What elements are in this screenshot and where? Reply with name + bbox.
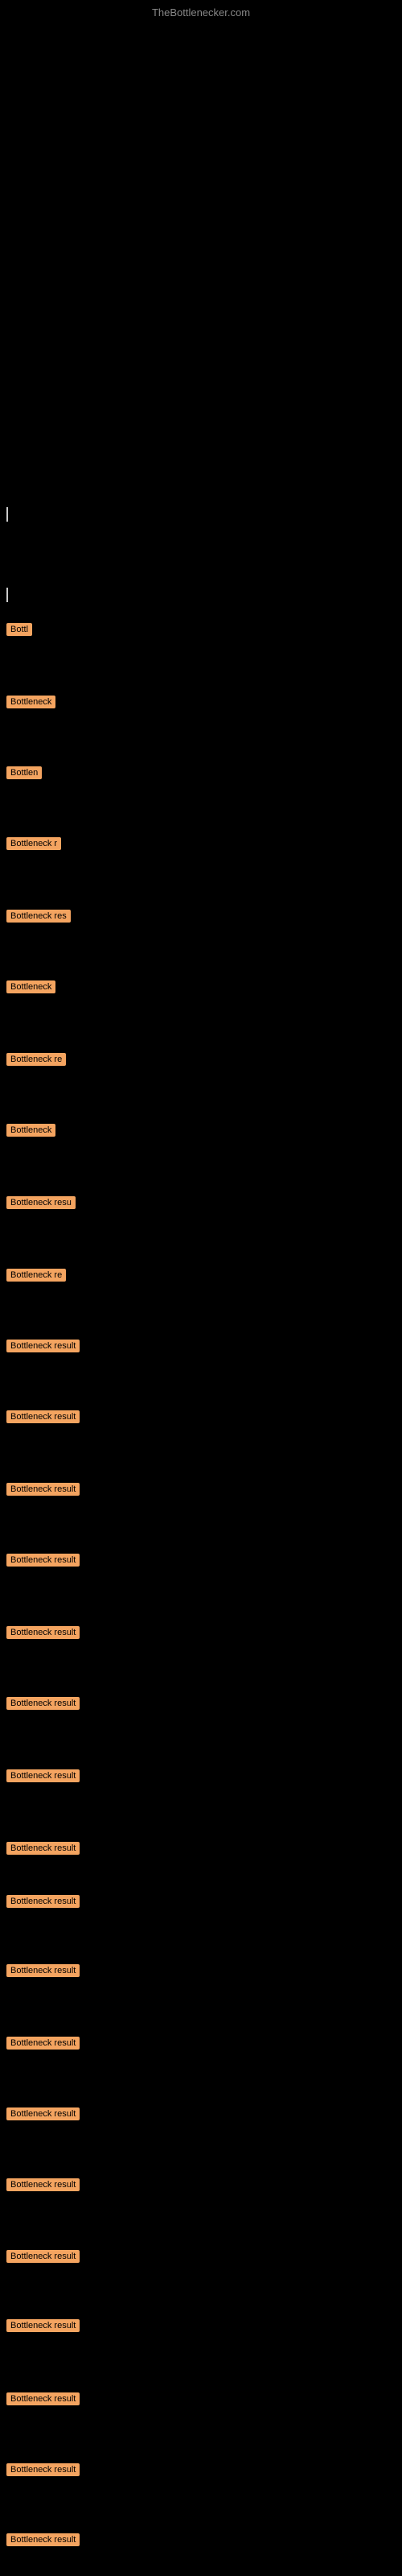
bottleneck-badge-1[interactable]: Bottleneck xyxy=(6,696,55,708)
bottleneck-badge-2[interactable]: Bottlen xyxy=(6,766,42,779)
bottleneck-badge-15[interactable]: Bottleneck result xyxy=(6,1697,80,1710)
bottleneck-badge-10[interactable]: Bottleneck result xyxy=(6,1340,80,1352)
bottleneck-badge-27[interactable]: Bottleneck result xyxy=(6,2533,80,2546)
bottleneck-badge-14[interactable]: Bottleneck result xyxy=(6,1626,80,1639)
site-title: TheBottlenecker.com xyxy=(152,6,250,19)
bottleneck-badge-9[interactable]: Bottleneck re xyxy=(6,1269,66,1282)
bottleneck-badge-4[interactable]: Bottleneck res xyxy=(6,910,71,923)
cursor-line-1 xyxy=(6,588,8,602)
bottleneck-badge-26[interactable]: Bottleneck result xyxy=(6,2463,80,2476)
bottleneck-badge-20[interactable]: Bottleneck result xyxy=(6,2037,80,2050)
bottleneck-badge-11[interactable]: Bottleneck result xyxy=(6,1410,80,1423)
bottleneck-badge-21[interactable]: Bottleneck result xyxy=(6,2107,80,2120)
bottleneck-badge-17[interactable]: Bottleneck result xyxy=(6,1842,80,1855)
bottleneck-badge-12[interactable]: Bottleneck result xyxy=(6,1483,80,1496)
bottleneck-badge-5[interactable]: Bottleneck xyxy=(6,980,55,993)
bottleneck-badge-23[interactable]: Bottleneck result xyxy=(6,2250,80,2263)
bottleneck-badge-25[interactable]: Bottleneck result xyxy=(6,2392,80,2405)
bottleneck-badge-22[interactable]: Bottleneck result xyxy=(6,2178,80,2191)
bottleneck-badge-3[interactable]: Bottleneck r xyxy=(6,837,61,850)
bottleneck-badge-24[interactable]: Bottleneck result xyxy=(6,2319,80,2332)
cursor-line-0 xyxy=(6,507,8,522)
bottleneck-badge-0[interactable]: Bottl xyxy=(6,623,32,636)
bottleneck-badge-16[interactable]: Bottleneck result xyxy=(6,1769,80,1782)
bottleneck-badge-6[interactable]: Bottleneck re xyxy=(6,1053,66,1066)
bottleneck-badge-7[interactable]: Bottleneck xyxy=(6,1124,55,1137)
bottleneck-badge-18[interactable]: Bottleneck result xyxy=(6,1895,80,1908)
bottleneck-badge-19[interactable]: Bottleneck result xyxy=(6,1964,80,1977)
bottleneck-badge-13[interactable]: Bottleneck result xyxy=(6,1554,80,1567)
bottleneck-badge-8[interactable]: Bottleneck resu xyxy=(6,1196,76,1209)
